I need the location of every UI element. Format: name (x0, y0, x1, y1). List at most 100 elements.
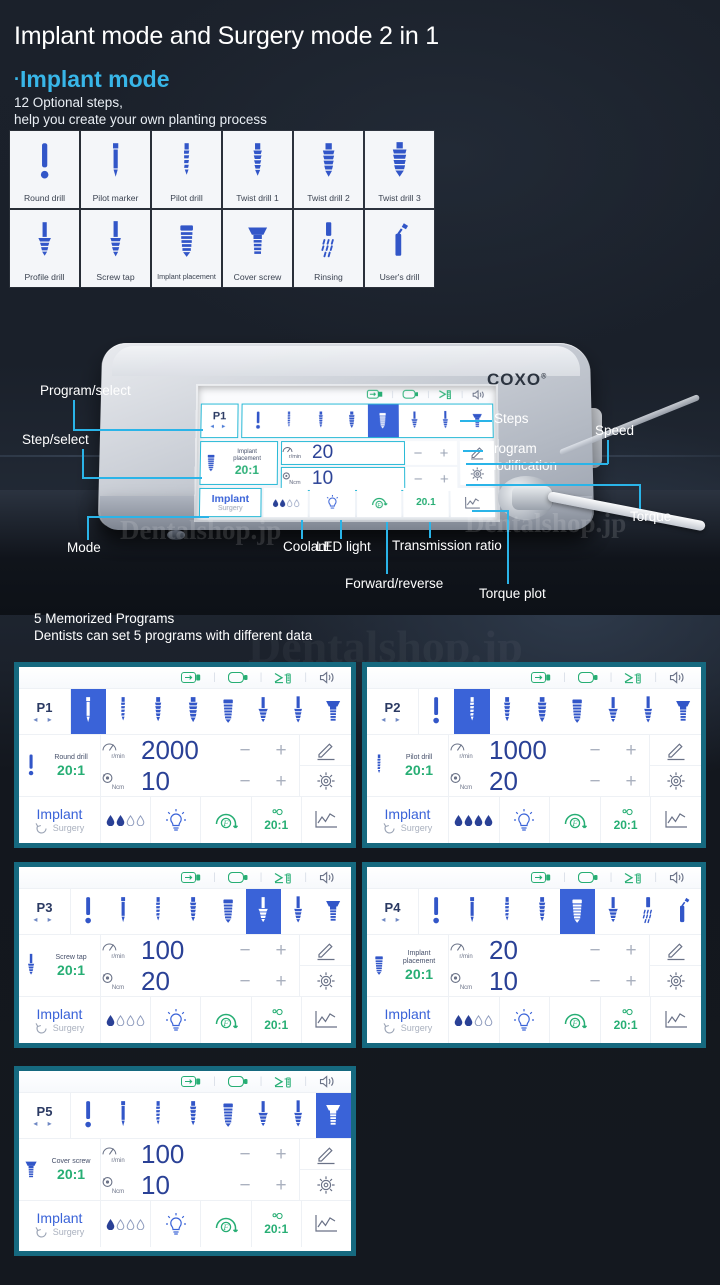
coolant-button[interactable] (101, 997, 152, 1043)
coolant-button[interactable] (449, 997, 500, 1043)
program-arrows[interactable]: ◂ ▸ (33, 715, 55, 724)
led-light-button[interactable] (151, 997, 202, 1043)
program-selector[interactable]: P2 ◂ ▸ (367, 689, 419, 734)
program-selector[interactable]: P1 ◂ ▸ (19, 689, 71, 734)
torque-plot-button[interactable] (302, 797, 351, 843)
gear-icon[interactable] (300, 966, 351, 996)
speed-minus-button[interactable]: − (577, 940, 613, 962)
program-arrows[interactable]: ◂ ▸ (33, 915, 55, 924)
step-button-twist-drill-1[interactable] (176, 889, 211, 934)
step-button-pilot-marker[interactable] (454, 889, 489, 934)
step-button-round-drill[interactable] (71, 889, 106, 934)
program-arrows[interactable]: ◂ ▸ (381, 715, 403, 724)
screen-step-implant-placement[interactable] (367, 404, 399, 438)
step-button-twist-drill-2[interactable] (176, 689, 211, 734)
step-button-twist-drill-1[interactable] (176, 1093, 211, 1138)
pencil-icon[interactable] (300, 735, 351, 766)
torque-minus-button[interactable]: − (227, 1175, 263, 1197)
screen-speed-minus[interactable]: − (405, 445, 431, 462)
pencil-icon[interactable] (300, 935, 351, 966)
step-button-cover-screw[interactable] (666, 689, 701, 734)
gear-icon[interactable] (300, 1170, 351, 1200)
step-button-pilot-drill[interactable] (141, 889, 176, 934)
step-button-cover-screw[interactable] (316, 1093, 351, 1138)
forward-reverse-button[interactable]: F (550, 997, 601, 1043)
screen-mode-toggle[interactable]: Implant Surgery (198, 487, 262, 518)
speed-plus-button[interactable]: + (263, 1144, 299, 1166)
torque-minus-button[interactable]: − (227, 771, 263, 793)
step-button-implant-placement[interactable] (560, 689, 595, 734)
step-button-pilot-marker[interactable] (71, 689, 106, 734)
forward-reverse-button[interactable]: F (201, 1201, 252, 1247)
speed-plus-button[interactable]: + (263, 940, 299, 962)
transmission-ratio-button[interactable]: 20:1 (601, 997, 652, 1043)
step-button-users-drill[interactable] (666, 889, 701, 934)
torque-plus-button[interactable]: + (613, 971, 649, 993)
torque-minus-button[interactable]: − (577, 771, 613, 793)
step-button-round-drill[interactable] (71, 1093, 106, 1138)
screen-step-twist-drill-1[interactable] (305, 405, 336, 438)
screen-steps-box[interactable] (241, 403, 494, 439)
step-button-screw-tap[interactable] (281, 1093, 316, 1138)
step-button-implant-placement[interactable] (211, 1093, 246, 1138)
step-button-round-drill[interactable] (419, 889, 454, 934)
step-button-pilot-drill[interactable] (106, 689, 141, 734)
step-button-twist-drill-1[interactable] (525, 889, 560, 934)
mode-toggle[interactable]: Implant Surgery (367, 997, 449, 1043)
gear-icon[interactable] (650, 966, 701, 996)
coolant-button[interactable] (101, 1201, 152, 1247)
step-button-implant-placement[interactable] (560, 889, 596, 934)
mode-toggle[interactable]: Implant Surgery (19, 997, 101, 1043)
program-selector[interactable]: P3 ◂ ▸ (19, 889, 71, 934)
speed-plus-button[interactable]: + (613, 740, 649, 762)
speed-plus-button[interactable]: + (613, 940, 649, 962)
torque-plot-button[interactable] (302, 997, 351, 1043)
torque-plot-button[interactable] (302, 1201, 351, 1247)
pencil-icon[interactable] (650, 735, 701, 766)
program-arrows[interactable]: ◂ ▸ (381, 915, 403, 924)
step-button-implant-placement[interactable] (211, 889, 246, 934)
step-button-profile-drill[interactable] (246, 1093, 281, 1138)
screen-current-tool[interactable]: Implant placement 20:1 (199, 441, 279, 485)
pencil-icon[interactable] (650, 935, 701, 966)
step-button-pilot-drill[interactable] (490, 889, 525, 934)
screen-gear-ratio-button[interactable]: 20.1 (403, 487, 449, 518)
screen-forward-reverse-button[interactable]: F (356, 487, 402, 518)
device-touchscreen[interactable]: | | | P1 ◂ ▸ Implant placement 20:1 r/mi… (195, 385, 499, 521)
forward-reverse-button[interactable]: F (550, 797, 601, 843)
torque-plus-button[interactable]: + (263, 971, 299, 993)
program-selector[interactable]: P5 ◂ ▸ (19, 1093, 71, 1138)
torque-plot-button[interactable] (651, 797, 701, 843)
screen-program-arrows[interactable]: ◂ ▸ (210, 422, 228, 430)
mode-toggle[interactable]: Implant Surgery (367, 797, 449, 843)
speed-minus-button[interactable]: − (227, 1144, 263, 1166)
speed-minus-button[interactable]: − (227, 940, 263, 962)
step-button-profile-drill[interactable] (246, 889, 281, 934)
step-button-pilot-marker[interactable] (106, 1093, 141, 1138)
screen-speed-plus[interactable]: + (431, 445, 457, 462)
torque-minus-button[interactable]: − (227, 971, 263, 993)
step-button-pilot-drill[interactable] (454, 689, 490, 734)
led-light-button[interactable] (151, 1201, 202, 1247)
forward-reverse-button[interactable]: F (201, 997, 252, 1043)
screen-program-selector[interactable]: P1 ◂ ▸ (200, 403, 239, 439)
step-button-profile-drill[interactable] (246, 689, 281, 734)
screen-step-screw-tap[interactable] (430, 405, 462, 438)
pencil-icon[interactable] (300, 1139, 351, 1170)
speed-minus-button[interactable]: − (227, 740, 263, 762)
mode-toggle[interactable]: Implant Surgery (19, 1201, 101, 1247)
speed-plus-button[interactable]: + (263, 740, 299, 762)
coolant-button[interactable] (101, 797, 152, 843)
step-button-twist-drill-1[interactable] (490, 689, 525, 734)
transmission-ratio-button[interactable]: 20:1 (252, 1201, 302, 1247)
screen-step-profile-drill[interactable] (399, 405, 431, 438)
step-button-cover-screw[interactable] (316, 889, 351, 934)
program-selector[interactable]: P4 ◂ ▸ (367, 889, 419, 934)
screen-torque-plot-button[interactable] (450, 487, 496, 518)
current-tool-box[interactable]: Pilot drill 20:1 (367, 735, 449, 796)
coolant-button[interactable] (449, 797, 500, 843)
screen-coolant-button[interactable] (263, 487, 309, 518)
mode-toggle[interactable]: Implant Surgery (19, 797, 101, 843)
led-light-button[interactable] (500, 997, 551, 1043)
torque-plus-button[interactable]: + (263, 1175, 299, 1197)
